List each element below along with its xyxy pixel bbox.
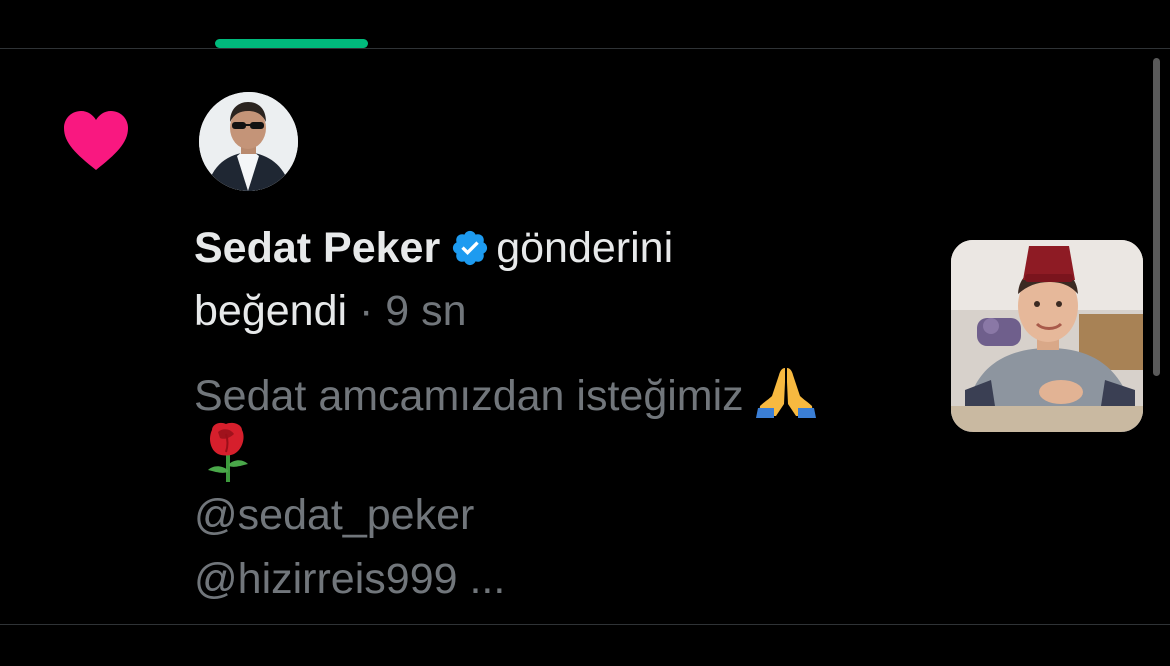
mention-link[interactable]: @hizirreis999 ... — [194, 551, 505, 607]
user-name[interactable]: Sedat Peker — [194, 224, 440, 272]
notifications-screen: Sedat Peker gönderini beğendi · 9 sn Sed… — [0, 0, 1170, 666]
folded-hands-icon — [755, 368, 816, 418]
notification-summary-line2: beğendi · 9 sn — [194, 283, 467, 339]
scrollbar[interactable] — [1153, 58, 1160, 376]
action-text: gönderini — [496, 224, 674, 272]
rose-icon — [208, 422, 248, 482]
notification-divider — [0, 624, 1170, 625]
active-tab-indicator — [215, 39, 368, 48]
notification-summary-line1: Sedat Peker gönderini — [194, 220, 673, 276]
avatar-photo-icon — [199, 92, 298, 191]
mention-link[interactable]: @sedat_peker — [194, 487, 474, 543]
action-text-cont: beğendi — [194, 287, 348, 335]
tweet-photo-thumbnail[interactable] — [951, 240, 1143, 432]
photo-child-icon — [951, 240, 1143, 432]
tweet-text-line: Sedat amcamızdan isteğimiz — [194, 362, 818, 424]
verified-badge-icon — [453, 230, 488, 266]
tweet-text: Sedat amcamızdan isteğimiz — [194, 372, 744, 420]
tab-bar-divider — [0, 48, 1170, 49]
avatar[interactable] — [199, 92, 298, 191]
heart-icon — [64, 111, 128, 170]
timestamp: · 9 sn — [359, 287, 467, 335]
